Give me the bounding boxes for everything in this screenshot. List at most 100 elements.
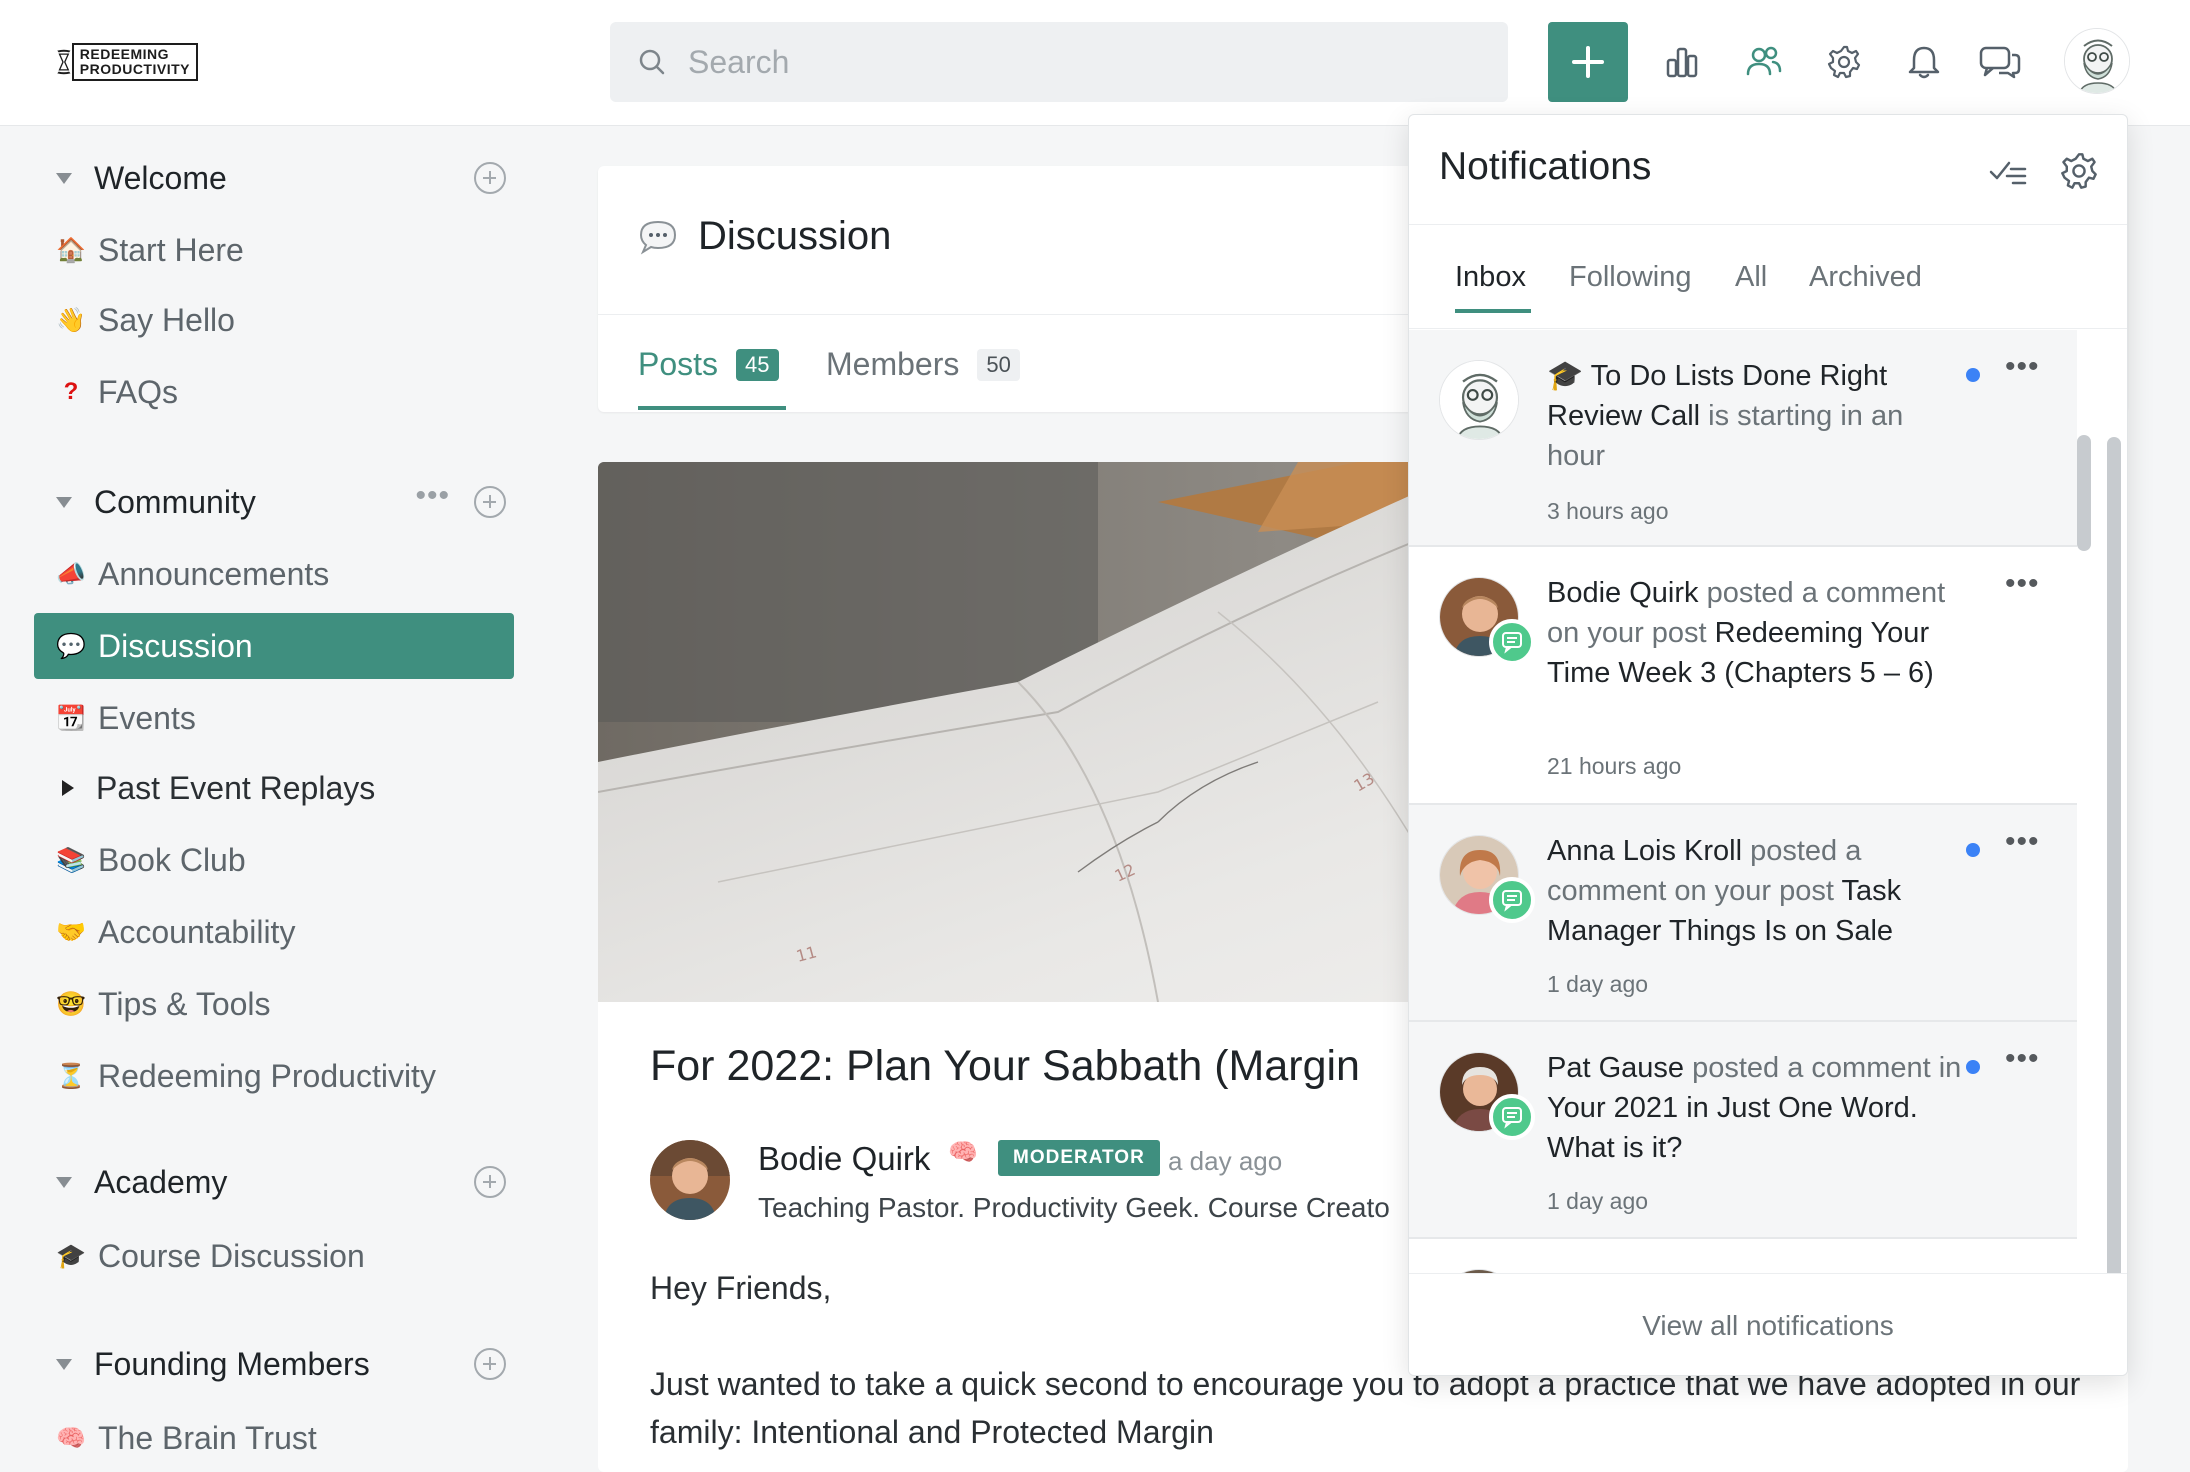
sidebar-item-announcements[interactable]: 📣 Announcements bbox=[34, 541, 514, 607]
add-circle-icon[interactable] bbox=[474, 1166, 506, 1198]
more-options-icon[interactable]: ••• bbox=[2005, 1042, 2040, 1076]
view-all-notifications-link[interactable]: View all notifications bbox=[1642, 1310, 1894, 1342]
caret-down-icon[interactable] bbox=[56, 1176, 72, 1188]
section-community[interactable]: Community ••• bbox=[56, 477, 506, 527]
add-circle-icon[interactable] bbox=[474, 1348, 506, 1380]
tab-count-badge: 45 bbox=[736, 348, 779, 381]
sidebar-item-tips-tools[interactable]: 🤓 Tips & Tools bbox=[34, 971, 514, 1037]
sidebar-item-book-club[interactable]: 📚 Book Club bbox=[34, 827, 514, 893]
sidebar-item-label: Book Club bbox=[98, 841, 246, 878]
bell-icon bbox=[1908, 46, 1940, 79]
section-welcome[interactable]: Welcome bbox=[56, 153, 506, 203]
search-icon bbox=[639, 49, 665, 75]
author-avatar[interactable] bbox=[650, 1140, 730, 1220]
messages-icon bbox=[1979, 46, 2021, 79]
sidebar-item-start-here[interactable]: 🏠 Start Here bbox=[34, 217, 514, 283]
sidebar-item-label: Redeeming Productivity bbox=[98, 1057, 436, 1094]
tab-posts[interactable]: Posts 45 bbox=[638, 346, 779, 383]
top-bar: REDEEMING PRODUCTIVITY bbox=[0, 0, 2190, 126]
waving-hand-icon: 👋 bbox=[56, 306, 86, 334]
more-options-icon[interactable]: ••• bbox=[2005, 350, 2040, 384]
comment-icon bbox=[1502, 1107, 1522, 1129]
more-options-icon[interactable]: ••• bbox=[2005, 567, 2040, 601]
avatar-illustration bbox=[1440, 361, 1518, 439]
notification-item[interactable]: 🎓 To Do Lists Done Right Review Call is … bbox=[1409, 330, 2077, 547]
create-button[interactable] bbox=[1548, 22, 1628, 102]
page-title-text: Discussion bbox=[698, 214, 892, 258]
sidebar-item-say-hello[interactable]: 👋 Say Hello bbox=[34, 287, 514, 353]
sidebar-item-faqs[interactable]: ? FAQs bbox=[34, 359, 514, 425]
caret-down-icon[interactable] bbox=[56, 496, 72, 508]
settings-button[interactable] bbox=[1822, 40, 1866, 84]
sidebar-item-label: Events bbox=[98, 699, 196, 736]
notifications-button[interactable] bbox=[1902, 40, 1946, 84]
sidebar-item-label: Start Here bbox=[98, 231, 244, 268]
caret-right-icon[interactable] bbox=[62, 780, 74, 796]
post-timestamp[interactable]: a day ago bbox=[1168, 1146, 1282, 1177]
caret-down-icon[interactable] bbox=[56, 1358, 72, 1370]
notifications-header: Notifications bbox=[1409, 115, 2127, 225]
notification-item[interactable]: Anna Lois Kroll posted a comment on your… bbox=[1409, 805, 2077, 1022]
sidebar-item-events[interactable]: 📆 Events bbox=[34, 685, 514, 751]
tab-inbox[interactable]: Inbox bbox=[1455, 261, 1526, 294]
sidebar-item-accountability[interactable]: 🤝 Accountability bbox=[34, 899, 514, 965]
section-title: Founding Members bbox=[94, 1345, 370, 1382]
search-bar[interactable] bbox=[610, 22, 1508, 102]
comment-icon bbox=[1502, 890, 1522, 912]
scrollbar-thumb[interactable] bbox=[2107, 437, 2121, 1375]
post-title[interactable]: For 2022: Plan Your Sabbath (Margin bbox=[650, 1042, 1360, 1091]
section-academy[interactable]: Academy bbox=[56, 1157, 506, 1207]
house-icon: 🏠 bbox=[56, 236, 86, 264]
leaderboard-button[interactable] bbox=[1660, 40, 1704, 84]
section-founding-members[interactable]: Founding Members bbox=[56, 1339, 506, 1389]
sidebar-item-label: Course Discussion bbox=[98, 1237, 365, 1274]
gear-icon[interactable] bbox=[2059, 151, 2099, 191]
user-avatar[interactable] bbox=[2064, 28, 2130, 94]
logo-wordmark: REDEEMING PRODUCTIVITY bbox=[71, 43, 198, 81]
calendar-icon: 📆 bbox=[56, 704, 86, 732]
more-options-icon[interactable]: ••• bbox=[2005, 825, 2040, 859]
notification-time: 21 hours ago bbox=[1547, 753, 1682, 779]
tab-following[interactable]: Following bbox=[1569, 261, 1692, 294]
author-name[interactable]: Bodie Quirk bbox=[758, 1140, 930, 1178]
notification-item[interactable]: Pat Gause posted a comment in Your 2021 … bbox=[1409, 1022, 2077, 1239]
page-title: Discussion bbox=[638, 214, 891, 259]
mark-all-read-icon[interactable] bbox=[1989, 155, 2027, 187]
messages-button[interactable] bbox=[1978, 40, 2022, 84]
notification-item[interactable]: Bodie Quirk posted a comment on your pos… bbox=[1409, 547, 2077, 805]
sidebar-item-past-event-replays[interactable]: Past Event Replays bbox=[34, 755, 514, 821]
sidebar-item-label: Announcements bbox=[98, 555, 330, 592]
moderator-badge: MODERATOR bbox=[998, 1140, 1160, 1176]
tab-members[interactable]: Members 50 bbox=[826, 346, 1020, 383]
gear-icon bbox=[1827, 45, 1861, 79]
scrollbar-thumb[interactable] bbox=[2077, 435, 2091, 551]
sidebar-item-discussion[interactable]: 💬 Discussion bbox=[34, 613, 514, 679]
speech-bubble-icon: 💬 bbox=[56, 632, 86, 660]
caret-down-icon[interactable] bbox=[56, 172, 72, 184]
question-mark-icon: ? bbox=[63, 378, 79, 405]
section-title: Community bbox=[94, 483, 256, 520]
nerd-face-icon: 🤓 bbox=[56, 990, 86, 1018]
notifications-panel: Notifications Inbox Following All Archiv… bbox=[1408, 114, 2128, 1376]
tab-all[interactable]: All bbox=[1735, 261, 1767, 294]
sidebar-item-brain-trust[interactable]: 🧠 The Brain Trust bbox=[34, 1405, 514, 1471]
add-circle-icon[interactable] bbox=[474, 162, 506, 194]
tab-label: Posts bbox=[638, 346, 719, 382]
comment-badge bbox=[1489, 877, 1535, 923]
add-circle-icon[interactable] bbox=[474, 486, 506, 518]
search-input[interactable] bbox=[688, 43, 1448, 81]
notifications-list: 🎓 To Do Lists Done Right Review Call is … bbox=[1409, 330, 2077, 1288]
sidebar-item-course-discussion[interactable]: 🎓 Course Discussion bbox=[34, 1223, 514, 1289]
books-icon: 📚 bbox=[56, 846, 86, 874]
notification-text: Anna Lois Kroll posted a comment on your… bbox=[1547, 835, 1902, 947]
more-options-icon[interactable]: ••• bbox=[415, 479, 450, 513]
members-icon bbox=[1746, 46, 1782, 76]
tab-archived[interactable]: Archived bbox=[1809, 261, 1922, 294]
members-button[interactable] bbox=[1742, 40, 1786, 84]
logo[interactable]: REDEEMING PRODUCTIVITY bbox=[56, 30, 198, 94]
brain-icon: 🧠 bbox=[948, 1139, 978, 1166]
sidebar-item-redeeming-productivity[interactable]: ⏳ Redeeming Productivity bbox=[34, 1043, 514, 1109]
notifications-title: Notifications bbox=[1439, 145, 1652, 188]
unread-dot bbox=[1966, 1060, 1980, 1074]
active-tab-indicator bbox=[1455, 309, 1531, 313]
